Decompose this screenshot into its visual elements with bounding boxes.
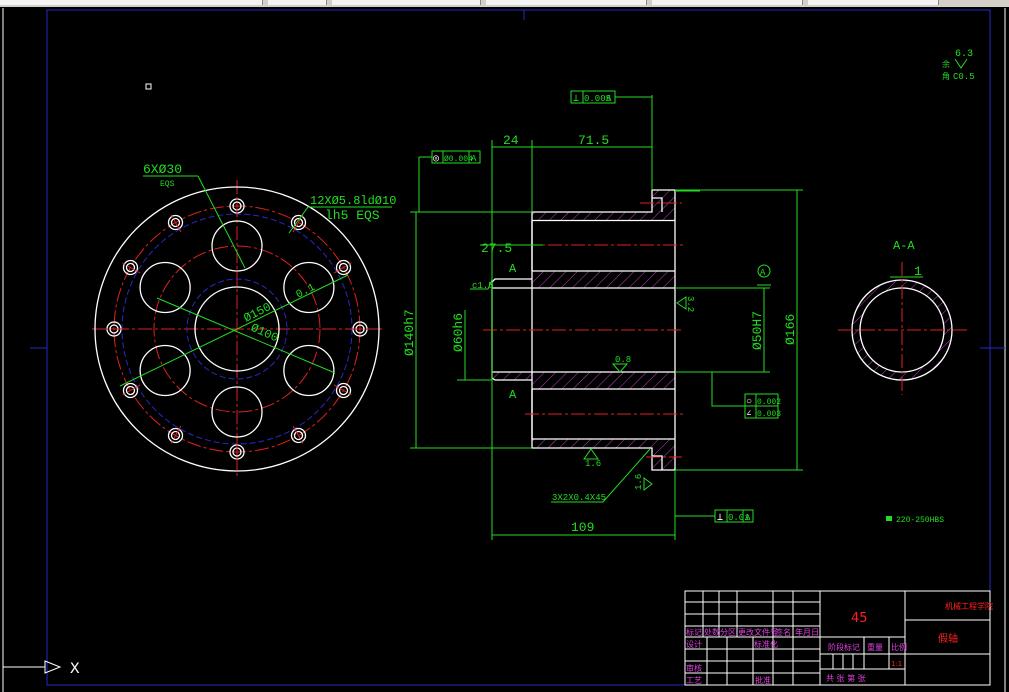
svg-text:A: A [745,513,751,523]
drawing-canvas[interactable]: 6XØ30 EQS 12XØ5.8ldØ10 lh5 EQS Ø150 Ø100… [0,0,1009,692]
svg-text:C0.5: C0.5 [953,72,975,82]
aa-dim: 1 [914,264,922,279]
svg-text:比例: 比例 [891,642,907,652]
svg-text:处数: 处数 [704,627,720,637]
svg-text:假轴: 假轴 [938,632,958,645]
svg-text:Ø0.004: Ø0.004 [444,155,473,164]
svg-text:共 张 第 张: 共 张 第 张 [826,673,866,683]
svg-text:审核: 审核 [686,663,702,673]
svg-text:◎: ◎ [433,154,439,165]
section-mark-top: A [509,262,517,276]
svg-text:标记: 标记 [686,627,702,637]
holes-note: 6XØ30 [143,162,182,177]
title-block: 标记 处数 分区 更改文件号 签名 年月日 设计 标准化 审核 工艺 批准 阶段… [684,590,993,686]
svg-text:设计: 设计 [686,639,702,649]
svg-text:更改文件号: 更改文件号 [738,627,778,637]
svg-text:机械工程学院: 机械工程学院 [945,601,993,611]
svg-text:标准化: 标准化 [754,639,778,649]
hardness-note: 220-250HBS [896,516,944,525]
rough-16a: 1.6 [585,459,601,469]
dim-dia-50: Ø50H7 [750,311,765,350]
groove-note: 3X2X0.4X45 [552,493,606,503]
svg-text:⊥: ⊥ [573,94,579,105]
svg-text:0.002: 0.002 [757,398,781,407]
dim-dia-140: Ø140h7 [402,309,417,356]
bolt-note-sub: lh5 EQS [325,208,380,223]
rough-08: 0.8 [615,355,631,365]
dim-27-5: 27.5 [481,241,512,256]
holes-note-sub: EQS [160,180,175,189]
svg-text:角: 角 [942,71,950,82]
svg-text:⊥: ⊥ [717,513,723,524]
svg-text:6.3: 6.3 [955,49,973,60]
svg-text:A: A [471,154,477,164]
svg-text:X: X [70,660,80,678]
aa-title: A-A [893,239,915,253]
dim-109: 109 [571,520,594,535]
dim-dia-166: Ø166 [783,314,798,345]
svg-text:签名: 签名 [775,627,791,637]
svg-text:○: ○ [746,397,752,408]
svg-text:工艺: 工艺 [686,676,702,685]
dim-71-5: 71.5 [578,133,609,148]
tol-round-cyl: ○ 0.002 ∠ 0.003 [744,393,781,419]
svg-text:批准: 批准 [755,675,771,685]
rough-32: 3.2 [685,296,695,312]
tol-perp-top: ⊥ 0.005 A [570,90,616,105]
svg-text:分区: 分区 [720,628,736,637]
section-mark-bottom: A [509,388,517,402]
svg-text:阶段标记: 阶段标记 [828,642,860,652]
svg-text:A: A [606,94,612,104]
svg-text:1:1: 1:1 [891,660,902,668]
dim-dia-60: Ø60h6 [451,313,466,352]
svg-text:∠: ∠ [746,409,751,419]
rough-16b: 1.6 [634,474,644,490]
dim-24: 24 [503,133,519,148]
svg-text:0.003: 0.003 [757,410,781,419]
svg-text:年月日: 年月日 [795,627,819,637]
bolt-note: 12XØ5.8ldØ10 [310,194,396,208]
svg-text:45: 45 [851,611,868,626]
svg-text:重量: 重量 [867,642,883,652]
chamfer-note: c1.5 [472,281,494,291]
datum-label: A [760,268,766,278]
tol-perp-bottom: ⊥ 0.01 A [714,509,754,524]
svg-text:余: 余 [942,59,950,70]
